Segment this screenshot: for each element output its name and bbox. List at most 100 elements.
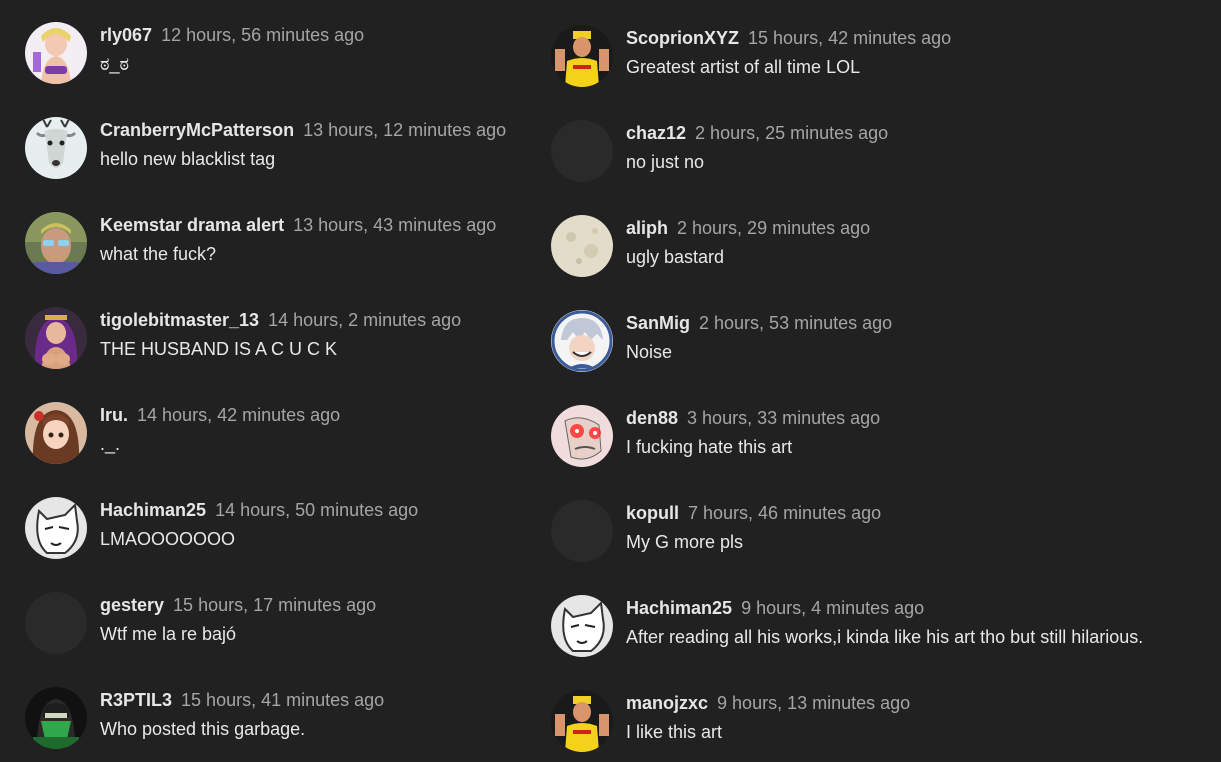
comment-username[interactable]: kopull [626, 503, 679, 524]
comment-timestamp[interactable]: 12 hours, 56 minutes ago [161, 25, 364, 46]
comment-body: kopull 7 hours, 46 minutes ago My G more… [626, 500, 881, 553]
comment-body: ScoprionXYZ 15 hours, 42 minutes ago Gre… [626, 25, 951, 78]
comment: R3PTIL3 15 hours, 41 minutes ago Who pos… [25, 687, 506, 762]
comment-username[interactable]: Iru. [100, 405, 128, 426]
comment-text: Noise [626, 342, 673, 362]
wrestler-avatar-icon [551, 690, 613, 752]
comment: tigolebitmaster_13 14 hours, 2 minutes a… [25, 307, 506, 402]
comment-timestamp[interactable]: 13 hours, 12 minutes ago [303, 120, 506, 141]
comment-meta: aliph 2 hours, 29 minutes ago [626, 218, 870, 239]
comment: den88 3 hours, 33 minutes ago I fucking … [551, 405, 1143, 500]
comment-body: Hachiman25 9 hours, 4 minutes ago After … [626, 595, 1143, 648]
avatar[interactable] [551, 500, 613, 562]
comment-meta: SanMig 2 hours, 53 minutes ago [626, 313, 892, 334]
comment-body: manojzxc 9 hours, 13 minutes ago I like … [626, 690, 910, 743]
avatar[interactable] [551, 215, 613, 277]
comment-username[interactable]: ScoprionXYZ [626, 28, 739, 49]
avatar[interactable] [25, 402, 87, 464]
comment-username[interactable]: rly067 [100, 25, 152, 46]
comment-meta: den88 3 hours, 33 minutes ago [626, 408, 880, 429]
comment: kopull 7 hours, 46 minutes ago My G more… [551, 500, 1143, 595]
comment-timestamp[interactable]: 15 hours, 42 minutes ago [748, 28, 951, 49]
blank-avatar-icon [551, 120, 613, 182]
avatar[interactable] [551, 595, 613, 657]
comment-meta: chaz12 2 hours, 25 minutes ago [626, 123, 888, 144]
comment: CranberryMcPatterson 13 hours, 12 minute… [25, 117, 506, 212]
comment-column-right: ScoprionXYZ 15 hours, 42 minutes ago Gre… [551, 25, 1143, 762]
avatar[interactable] [551, 690, 613, 752]
comment: Hachiman25 14 hours, 50 minutes ago LMAO… [25, 497, 506, 592]
comment-username[interactable]: aliph [626, 218, 668, 239]
comment-text: ಠ_ಠ [100, 54, 130, 74]
comment-timestamp[interactable]: 14 hours, 2 minutes ago [268, 310, 461, 331]
comment-username[interactable]: tigolebitmaster_13 [100, 310, 259, 331]
avatar[interactable] [551, 405, 613, 467]
comment-username[interactable]: chaz12 [626, 123, 686, 144]
comment-body: R3PTIL3 15 hours, 41 minutes ago Who pos… [100, 687, 384, 740]
avatar[interactable] [551, 25, 613, 87]
comment-meta: R3PTIL3 15 hours, 41 minutes ago [100, 690, 384, 711]
comment-username[interactable]: Hachiman25 [626, 598, 732, 619]
comment-meta: gestery 15 hours, 17 minutes ago [100, 595, 376, 616]
green-ninja-avatar-icon [25, 687, 87, 749]
comment-username[interactable]: gestery [100, 595, 164, 616]
anime-girl-brown-avatar-icon [25, 402, 87, 464]
comment-username[interactable]: CranberryMcPatterson [100, 120, 294, 141]
avatar[interactable] [551, 310, 613, 372]
comment-timestamp[interactable]: 13 hours, 43 minutes ago [293, 215, 496, 236]
comment-text: I like this art [626, 722, 723, 742]
comment: Hachiman25 9 hours, 4 minutes ago After … [551, 595, 1143, 690]
comment-timestamp[interactable]: 2 hours, 25 minutes ago [695, 123, 888, 144]
comment-body: rly067 12 hours, 56 minutes ago ಠ_ಠ [100, 22, 364, 75]
comment-text: ugly bastard [626, 247, 725, 267]
comment-body: SanMig 2 hours, 53 minutes ago Noise [626, 310, 892, 363]
comment-timestamp[interactable]: 14 hours, 50 minutes ago [215, 500, 418, 521]
comment-username[interactable]: Hachiman25 [100, 500, 206, 521]
comment-timestamp[interactable]: 7 hours, 46 minutes ago [688, 503, 881, 524]
avatar[interactable] [551, 120, 613, 182]
comment-timestamp[interactable]: 2 hours, 29 minutes ago [677, 218, 870, 239]
comment-username[interactable]: Keemstar drama alert [100, 215, 284, 236]
comment-column-left: rly067 12 hours, 56 minutes ago ಠ_ಠ Cran… [25, 22, 506, 762]
comment-timestamp[interactable]: 2 hours, 53 minutes ago [699, 313, 892, 334]
comment-text: ._. [100, 434, 121, 454]
comment-timestamp[interactable]: 9 hours, 4 minutes ago [741, 598, 924, 619]
comment-timestamp[interactable]: 3 hours, 33 minutes ago [687, 408, 880, 429]
comment-timestamp[interactable]: 15 hours, 41 minutes ago [181, 690, 384, 711]
comment-meta: Iru. 14 hours, 42 minutes ago [100, 405, 340, 426]
avatar[interactable] [25, 307, 87, 369]
comment-text: After reading all his works,i kinda like… [626, 627, 1144, 647]
comment-meta: CranberryMcPatterson 13 hours, 12 minute… [100, 120, 506, 141]
avatar[interactable] [25, 497, 87, 559]
comment: manojzxc 9 hours, 13 minutes ago I like … [551, 690, 1143, 762]
comment-username[interactable]: manojzxc [626, 693, 708, 714]
comment-meta: Hachiman25 14 hours, 50 minutes ago [100, 500, 418, 521]
red-eyes-meme-avatar-icon [551, 405, 613, 467]
man-sunglasses-avatar-icon [25, 212, 87, 274]
comment-meta: ScoprionXYZ 15 hours, 42 minutes ago [626, 28, 951, 49]
avatar[interactable] [25, 687, 87, 749]
comment-text: I fucking hate this art [626, 437, 793, 457]
comment-timestamp[interactable]: 14 hours, 42 minutes ago [137, 405, 340, 426]
avatar[interactable] [25, 592, 87, 654]
comment-timestamp[interactable]: 15 hours, 17 minutes ago [173, 595, 376, 616]
comment-body: tigolebitmaster_13 14 hours, 2 minutes a… [100, 307, 461, 360]
comments-page: rly067 12 hours, 56 minutes ago ಠ_ಠ Cran… [0, 0, 1221, 762]
avatar[interactable] [25, 212, 87, 274]
comment-timestamp[interactable]: 9 hours, 13 minutes ago [717, 693, 910, 714]
comment: chaz12 2 hours, 25 minutes ago no just n… [551, 120, 1143, 215]
avatar[interactable] [25, 22, 87, 84]
comment-username[interactable]: R3PTIL3 [100, 690, 172, 711]
avatar[interactable] [25, 117, 87, 179]
anime-girl-avatar-icon [25, 22, 87, 84]
moon-avatar-icon [551, 215, 613, 277]
comment-text: no just no [626, 152, 705, 172]
blank-avatar-icon [551, 500, 613, 562]
comment: aliph 2 hours, 29 minutes ago ugly basta… [551, 215, 1143, 310]
comment-body: aliph 2 hours, 29 minutes ago ugly basta… [626, 215, 870, 268]
comment-username[interactable]: SanMig [626, 313, 690, 334]
comment: Keemstar drama alert 13 hours, 43 minute… [25, 212, 506, 307]
comment-text: My G more pls [626, 532, 744, 552]
comment-meta: kopull 7 hours, 46 minutes ago [626, 503, 881, 524]
comment-username[interactable]: den88 [626, 408, 678, 429]
